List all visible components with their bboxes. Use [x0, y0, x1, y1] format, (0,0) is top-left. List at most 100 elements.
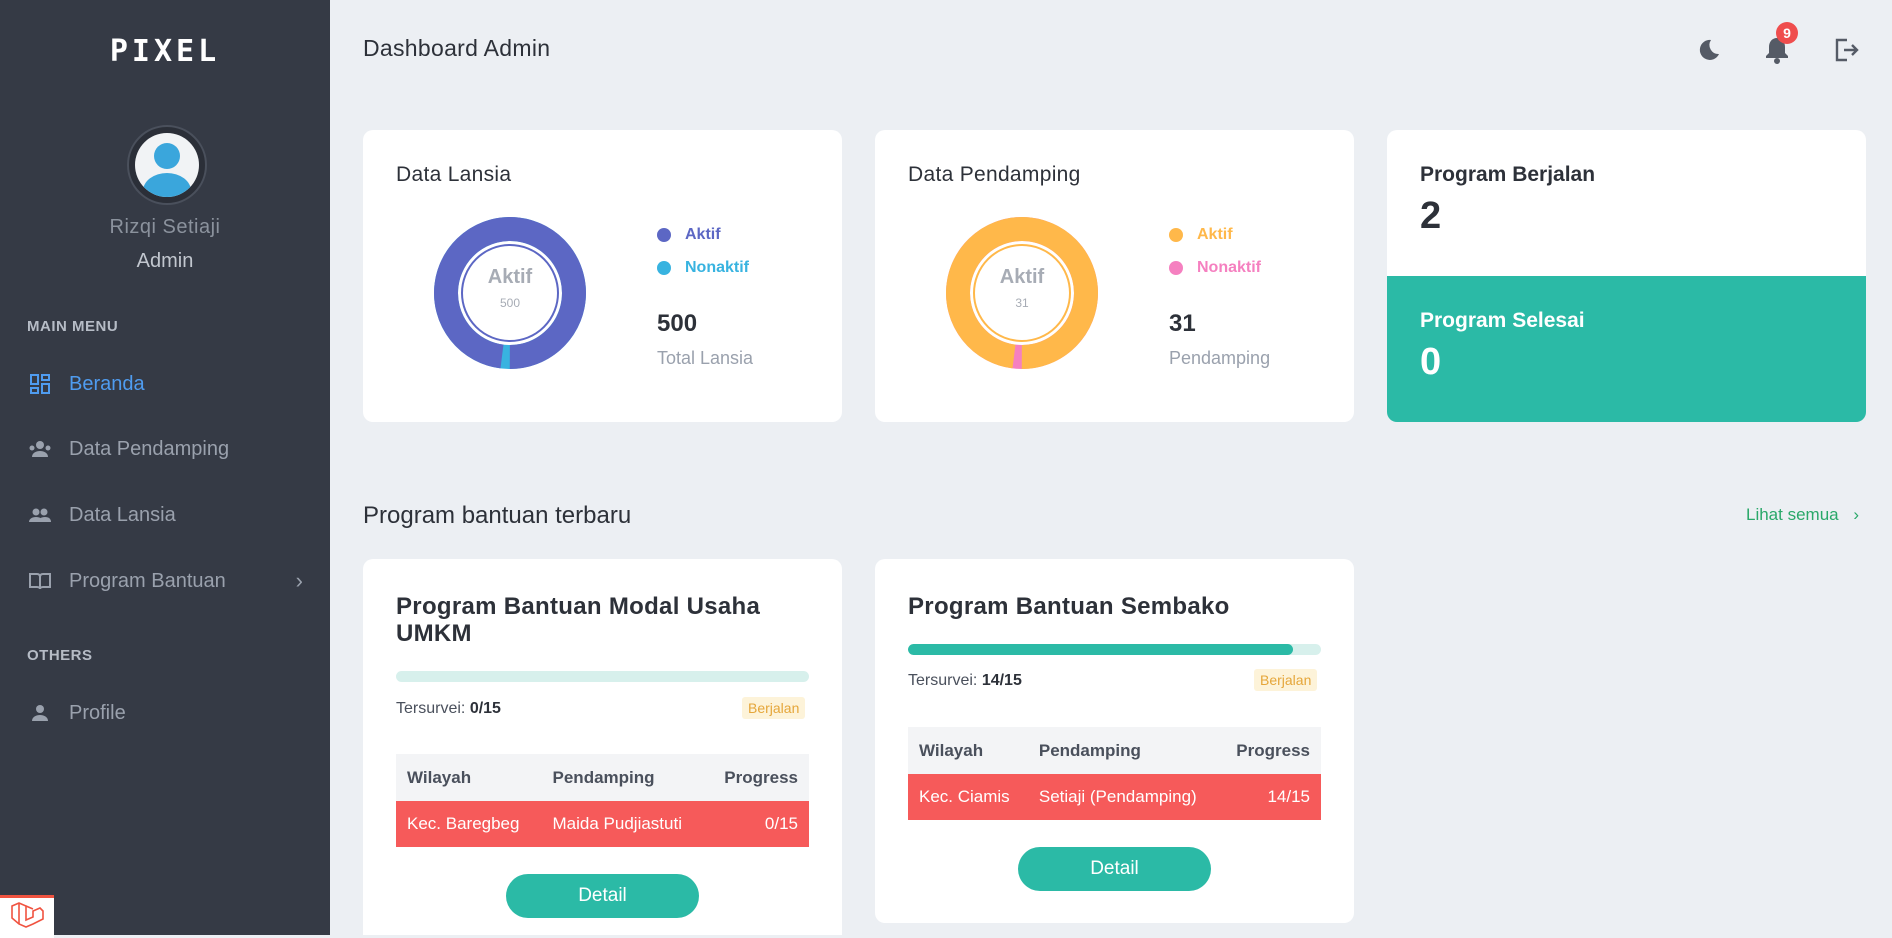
sidebar-item-label: Program Bantuan [69, 569, 226, 592]
column-header-progress: Progress [1219, 727, 1321, 774]
see-all-label: Lihat semua [1746, 505, 1839, 524]
status-badge: Berjalan [742, 697, 806, 719]
person-icon [27, 700, 53, 726]
legend-aktif: Aktif [1169, 226, 1233, 244]
detail-button[interactable]: Detail [506, 874, 699, 918]
legend-dot [657, 261, 671, 275]
notification-count-badge: 9 [1776, 22, 1798, 44]
tersurvei-text: Tersurvei: 0/15 [396, 700, 501, 718]
user-name: Rizqi Setiaji [109, 216, 221, 238]
donut-inner-ring [461, 244, 559, 342]
sidebar-item-label: Profile [69, 701, 126, 724]
sidebar-item-program-bantuan[interactable]: Program Bantuan › [27, 563, 303, 599]
avatar[interactable] [127, 125, 207, 205]
user-group-icon [27, 436, 53, 462]
cell-progress: 14/15 [1219, 774, 1321, 820]
pendamping-donut-chart: Aktif 31 [945, 216, 1099, 370]
total-pendamping-label: Pendamping [1169, 348, 1271, 368]
donut-segment-aktif [434, 217, 586, 369]
sidebar-item-data-pendamping[interactable]: Data Pendamping [27, 431, 303, 467]
stat-value: 2 [1420, 195, 1442, 237]
program-selesai-card: Program Selesai 0 [1387, 276, 1866, 422]
book-icon [27, 568, 53, 594]
program-table: Wilayah Pendamping Progress Kec. Baregbe… [396, 754, 809, 847]
donut-inner-ring [973, 244, 1071, 342]
progress-bar [396, 671, 809, 682]
legend-dot [1169, 228, 1183, 242]
logout-icon [1835, 38, 1859, 62]
donut-center-label: Aktif [487, 266, 533, 288]
tersurvei-text: Tersurvei: 14/15 [908, 672, 1022, 690]
legend-label: Nonaktif [1197, 259, 1261, 276]
sidebar-item-data-lansia[interactable]: Data Lansia [27, 497, 303, 533]
page-title: Dashboard Admin [363, 35, 551, 61]
tersurvei-label: Tersurvei: [396, 700, 466, 717]
legend-nonaktif: Nonaktif [657, 259, 749, 277]
laravel-logo-icon [11, 902, 44, 928]
app-logo[interactable]: PIXEL [0, 34, 330, 69]
lansia-donut-chart: Aktif 500 [433, 216, 587, 370]
column-header-pendamping: Pendamping [1027, 727, 1220, 774]
stat-title: Program Selesai [1420, 309, 1585, 332]
stat-value: 0 [1420, 341, 1442, 383]
avatar-icon [135, 133, 199, 197]
program-table: Wilayah Pendamping Progress Kec. Ciamis … [908, 727, 1321, 820]
table-row[interactable]: Kec. Baregbeg Maida Pudjiastuti 0/15 [396, 801, 809, 847]
progress-bar-fill [908, 644, 1294, 655]
chevron-right-icon: › [1853, 505, 1860, 524]
main-menu-label: MAIN MENU [27, 318, 119, 335]
legend-nonaktif: Nonaktif [1169, 259, 1261, 277]
sidebar-item-profile[interactable]: Profile [27, 695, 303, 731]
column-header-pendamping: Pendamping [541, 754, 706, 801]
card-title: Data Lansia [396, 163, 512, 186]
legend-label: Aktif [1197, 226, 1233, 243]
detail-button[interactable]: Detail [1018, 847, 1211, 891]
legend-label: Aktif [685, 226, 721, 243]
legend-aktif: Aktif [657, 226, 721, 244]
donut-segment-aktif [946, 217, 1098, 369]
cell-pendamping: Maida Pudjiastuti [541, 801, 706, 847]
chevron-right-icon: › [295, 568, 303, 593]
sidebar: PIXEL Rizqi Setiaji Admin MAIN MENU Bera… [0, 0, 330, 938]
program-title: Program Bantuan Modal Usaha UMKM [396, 593, 761, 647]
user-role: Admin [136, 250, 194, 272]
cell-wilayah: Kec. Ciamis [908, 774, 1028, 820]
program-card: Program Bantuan Sembako Tersurvei: 14/15… [875, 559, 1354, 923]
legend-dot [657, 228, 671, 242]
table-row[interactable]: Kec. Ciamis Setiaji (Pendamping) 14/15 [908, 774, 1321, 820]
total-pendamping-value: 31 [1169, 310, 1196, 337]
moon-icon [1699, 39, 1719, 60]
laravel-debug-badge[interactable] [0, 895, 54, 938]
tersurvei-value: 14/15 [981, 672, 1022, 689]
donut-center-label: Aktif [999, 266, 1045, 288]
sidebar-item-label: Data Pendamping [69, 437, 230, 460]
legend-label: Nonaktif [685, 259, 749, 276]
column-header-wilayah: Wilayah [908, 727, 1028, 774]
stat-title: Program Berjalan [1420, 163, 1596, 186]
program-title: Program Bantuan Sembako [908, 593, 1230, 620]
card-title: Data Pendamping [908, 163, 1081, 186]
data-pendamping-card: Data Pendamping Aktif 31 Aktif Nonaktif … [875, 130, 1354, 422]
cell-pendamping: Setiaji (Pendamping) [1027, 774, 1220, 820]
column-header-wilayah: Wilayah [396, 754, 542, 801]
donut-center-value: 31 [1015, 296, 1029, 310]
tersurvei-label: Tersurvei: [908, 672, 978, 689]
legend-dot [1169, 261, 1183, 275]
progress-bar [908, 644, 1321, 655]
tersurvei-value: 0/15 [469, 700, 501, 717]
column-header-progress: Progress [705, 754, 809, 801]
dark-mode-toggle[interactable] [1690, 32, 1726, 68]
users-icon [27, 502, 53, 528]
total-lansia-label: Total Lansia [657, 348, 754, 368]
donut-center-value: 500 [499, 296, 521, 310]
logout-button[interactable] [1828, 32, 1864, 68]
status-badge: Berjalan [1254, 669, 1318, 691]
program-card: Program Bantuan Modal Usaha UMKM Tersurv… [363, 559, 842, 935]
dashboard-icon [27, 371, 53, 397]
others-label: OTHERS [27, 647, 93, 664]
programs-section-title: Program bantuan terbaru [363, 502, 632, 529]
sidebar-item-beranda[interactable]: Beranda [27, 366, 303, 402]
see-all-link[interactable]: Lihat semua › [1746, 505, 1859, 525]
sidebar-item-label: Beranda [69, 372, 145, 395]
sidebar-item-label: Data Lansia [69, 503, 176, 526]
